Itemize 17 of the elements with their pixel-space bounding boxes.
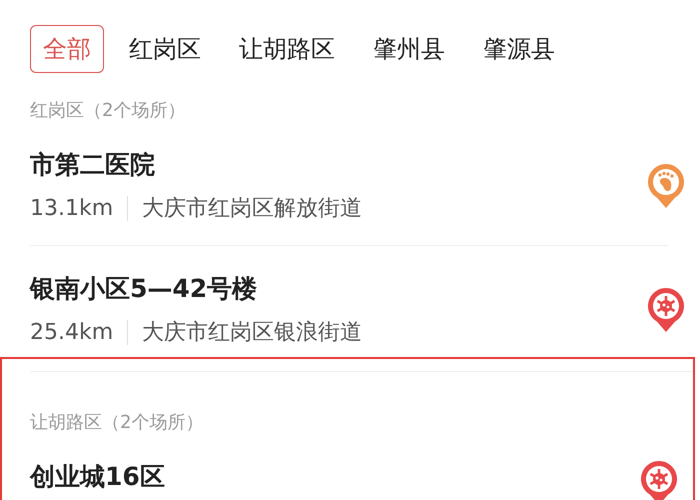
place-name: 银南小区5—42号楼 <box>30 273 258 305</box>
filter-tab[interactable]: 肇州县 <box>360 25 458 73</box>
map-pin-icon[interactable] <box>641 460 677 500</box>
group-heading: 红岗区（2个场所） <box>30 99 186 122</box>
filter-tab[interactable]: 让胡路区 <box>226 25 348 73</box>
distance: 25.4km <box>30 320 128 344</box>
filter-tab[interactable]: 红岗区 <box>116 25 214 73</box>
filter-tab[interactable]: 肇源县 <box>470 25 568 73</box>
address: 大庆市红岗区解放街道 <box>142 195 362 223</box>
address: 大庆市红岗区银浪街道 <box>142 319 362 347</box>
place-name: 创业城16区 <box>30 461 165 493</box>
map-pin-icon[interactable] <box>648 288 684 332</box>
group-heading: 让胡路区（2个场所） <box>30 411 204 434</box>
place-name: 市第二医院 <box>30 149 155 181</box>
map-pin-icon[interactable] <box>648 164 684 208</box>
distance: 13.1km <box>30 196 128 220</box>
filter-tab[interactable]: 全部 <box>30 25 104 73</box>
